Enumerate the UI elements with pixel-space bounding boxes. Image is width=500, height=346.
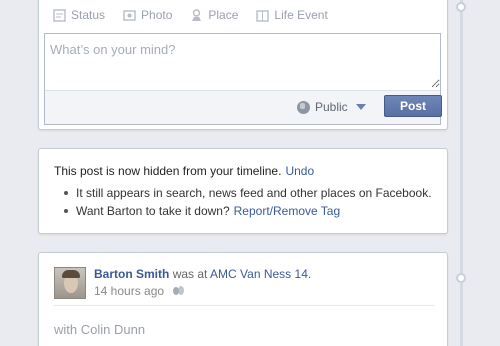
divider xyxy=(54,305,434,306)
tab-status-label: Status xyxy=(71,8,106,22)
list-item: It still appears in search, news feed an… xyxy=(54,184,432,202)
notice-message-row: This post is now hidden from your timeli… xyxy=(54,164,432,178)
story-header: Barton Smith was at AMC Van Ness 14. xyxy=(94,267,311,281)
timeline-dot xyxy=(456,2,466,12)
status-icon xyxy=(53,8,66,22)
composer-footer: Public Post xyxy=(45,90,442,124)
post-button[interactable]: Post xyxy=(384,95,442,117)
status-composer: Status Photo Place Life Event Public Pos… xyxy=(38,0,448,130)
timeline-dot xyxy=(456,273,466,283)
hidden-post-notice: This post is now hidden from your timeli… xyxy=(38,148,448,234)
tab-life-event[interactable]: Life Event xyxy=(256,5,328,25)
tab-place[interactable]: Place xyxy=(190,5,238,25)
avatar-hair xyxy=(62,270,80,278)
status-input[interactable] xyxy=(45,34,440,88)
tab-photo-label: Photo xyxy=(141,8,173,22)
story-meta: 14 hours ago xyxy=(94,284,185,298)
bullet xyxy=(64,209,68,213)
timeline-spine xyxy=(460,0,463,346)
privacy-selector[interactable]: Public xyxy=(297,100,366,114)
notice-message: This post is now hidden from your timeli… xyxy=(54,164,282,178)
tab-life-event-label: Life Event xyxy=(274,8,328,22)
notice-list: It still appears in search, news feed an… xyxy=(54,184,432,220)
privacy-label: Public xyxy=(315,100,348,114)
notice-bullet-text: Want Barton to take it down? xyxy=(76,204,230,218)
bullet xyxy=(64,191,68,195)
avatar[interactable] xyxy=(54,267,86,299)
list-item: Want Barton to take it down? Report/Remo… xyxy=(54,202,432,220)
place-link[interactable]: AMC Van Ness 14. xyxy=(210,267,311,281)
story-verb: was at xyxy=(172,267,208,281)
timestamp[interactable]: 14 hours ago xyxy=(94,284,164,298)
friends-icon[interactable] xyxy=(173,286,185,296)
author-link[interactable]: Barton Smith xyxy=(94,267,169,281)
undo-link[interactable]: Undo xyxy=(285,164,314,178)
report-remove-tag-link[interactable]: Report/Remove Tag xyxy=(234,204,341,218)
with-friends-text: with Colin Dunn xyxy=(54,322,146,337)
timeline-story: Barton Smith was at AMC Van Ness 14. 14 … xyxy=(38,252,448,346)
tab-place-label: Place xyxy=(208,8,239,22)
place-icon xyxy=(192,8,202,21)
chevron-down-icon xyxy=(355,104,366,110)
composer-box: Public Post xyxy=(44,33,442,125)
photo-icon xyxy=(123,9,136,21)
notice-bullet-text: It still appears in search, news feed an… xyxy=(76,186,432,200)
composer-tabs: Status Photo Place Life Event xyxy=(53,5,328,25)
tab-status[interactable]: Status xyxy=(53,5,105,25)
life-event-icon xyxy=(256,9,270,22)
globe-icon xyxy=(297,100,310,114)
tab-photo[interactable]: Photo xyxy=(123,5,172,25)
